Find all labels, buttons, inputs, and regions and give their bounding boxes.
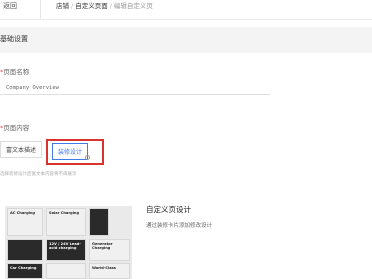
page-content-label-text: 页面内容 [3, 124, 30, 132]
preview-tile: Generator Charging [89, 239, 130, 261]
divider [40, 0, 41, 19]
page-name-label-text: 页面名称 [3, 68, 30, 76]
back-button[interactable]: 返回 [3, 1, 17, 11]
option-rich-text[interactable]: 富文本描述 [0, 141, 42, 158]
preview-tile: Solar Charging [46, 208, 86, 236]
preview-tile [46, 263, 86, 279]
preview-tile [7, 239, 43, 261]
breadcrumb-custom-pages[interactable]: 自定义页面 [75, 2, 108, 10]
preview-tile [89, 208, 109, 236]
content-hint: 选择装修设计后富文本内容将不再展示 [0, 172, 77, 177]
page-name-label: *页面名称 [0, 66, 29, 76]
option-decoration-highlight: 装修设计 [46, 139, 104, 165]
design-description: 通过装修卡片添加修改设计 [146, 223, 213, 229]
breadcrumb: 店铺 / 自定义页面 / 编辑自定义页 [56, 1, 153, 11]
preview-tile: World-Class [89, 263, 130, 279]
section-header: 基础设置 [0, 27, 372, 53]
page-content-label: *页面内容 [0, 122, 29, 132]
preview-tile: Car Charging [7, 263, 43, 279]
section-title: 基础设置 [0, 35, 28, 43]
page-name-input[interactable] [0, 81, 270, 95]
design-preview[interactable]: AC Charging Solar Charging 12V / 24V Lea… [5, 206, 132, 279]
top-bar: 返回 店铺 / 自定义页面 / 编辑自定义页 [0, 0, 372, 20]
preview-tile: 12V / 24V Lead-acid charging [46, 239, 86, 261]
breadcrumb-current: 编辑自定义页 [113, 2, 153, 10]
breadcrumb-separator: / [71, 2, 74, 10]
breadcrumb-store[interactable]: 店铺 [56, 2, 69, 10]
breadcrumb-separator: / [109, 2, 112, 10]
option-decoration-design[interactable]: 装修设计 [52, 143, 88, 160]
design-title: 自定义页设计 [146, 205, 191, 214]
preview-tile: AC Charging [7, 208, 43, 236]
selected-check-icon [85, 155, 90, 160]
